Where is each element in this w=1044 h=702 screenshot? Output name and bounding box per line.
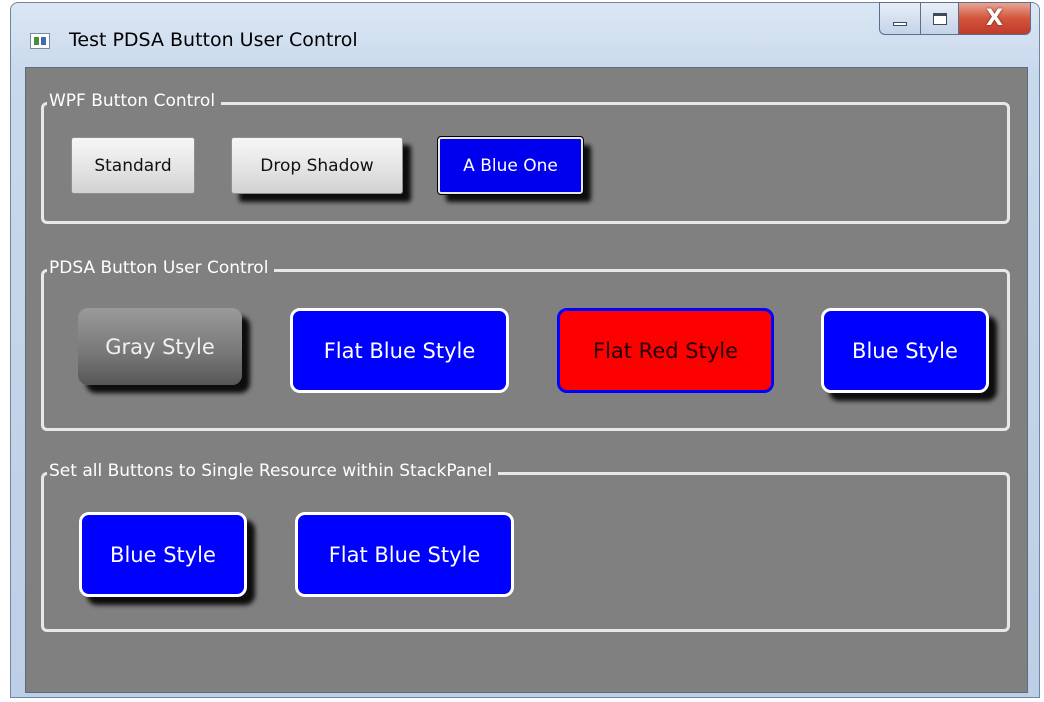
caption-buttons: X — [879, 2, 1031, 36]
group-pdsa-button-user-control: PDSA Button User Control Gray Style Flat… — [41, 258, 1010, 431]
window-title: Test PDSA Button User Control — [69, 29, 358, 51]
maximize-icon — [932, 12, 947, 25]
client-area: WPF Button Control Standard Drop Shadow … — [25, 67, 1028, 693]
flat-blue-style-button[interactable]: Flat Blue Style — [290, 308, 509, 393]
app-icon[interactable] — [30, 33, 50, 49]
close-button[interactable]: X — [959, 2, 1031, 35]
group-label: Set all Buttons to Single Resource withi… — [47, 461, 499, 481]
maximize-button[interactable] — [921, 2, 959, 35]
standard-button[interactable]: Standard — [71, 137, 195, 194]
minimize-icon — [893, 21, 907, 26]
minimize-button[interactable] — [879, 2, 921, 35]
group-single-resource-stackpanel: Set all Buttons to Single Resource withi… — [41, 461, 1010, 632]
blue-style-button[interactable]: Blue Style — [79, 512, 247, 597]
group-wpf-button-control: WPF Button Control Standard Drop Shadow … — [41, 91, 1010, 224]
drop-shadow-button[interactable]: Drop Shadow — [231, 137, 403, 194]
flat-blue-style-button[interactable]: Flat Blue Style — [295, 512, 514, 597]
close-icon: X — [986, 5, 1003, 31]
group-label: WPF Button Control — [47, 91, 222, 111]
flat-red-style-button[interactable]: Flat Red Style — [557, 308, 774, 393]
main-window: Test PDSA Button User Control X WPF Butt… — [10, 2, 1040, 698]
gray-style-button[interactable]: Gray Style — [78, 308, 242, 385]
blue-style-button[interactable]: Blue Style — [821, 308, 989, 393]
title-bar[interactable]: Test PDSA Button User Control X — [11, 2, 1039, 63]
group-label: PDSA Button User Control — [47, 258, 275, 278]
blue-one-button[interactable]: A Blue One — [437, 136, 584, 195]
